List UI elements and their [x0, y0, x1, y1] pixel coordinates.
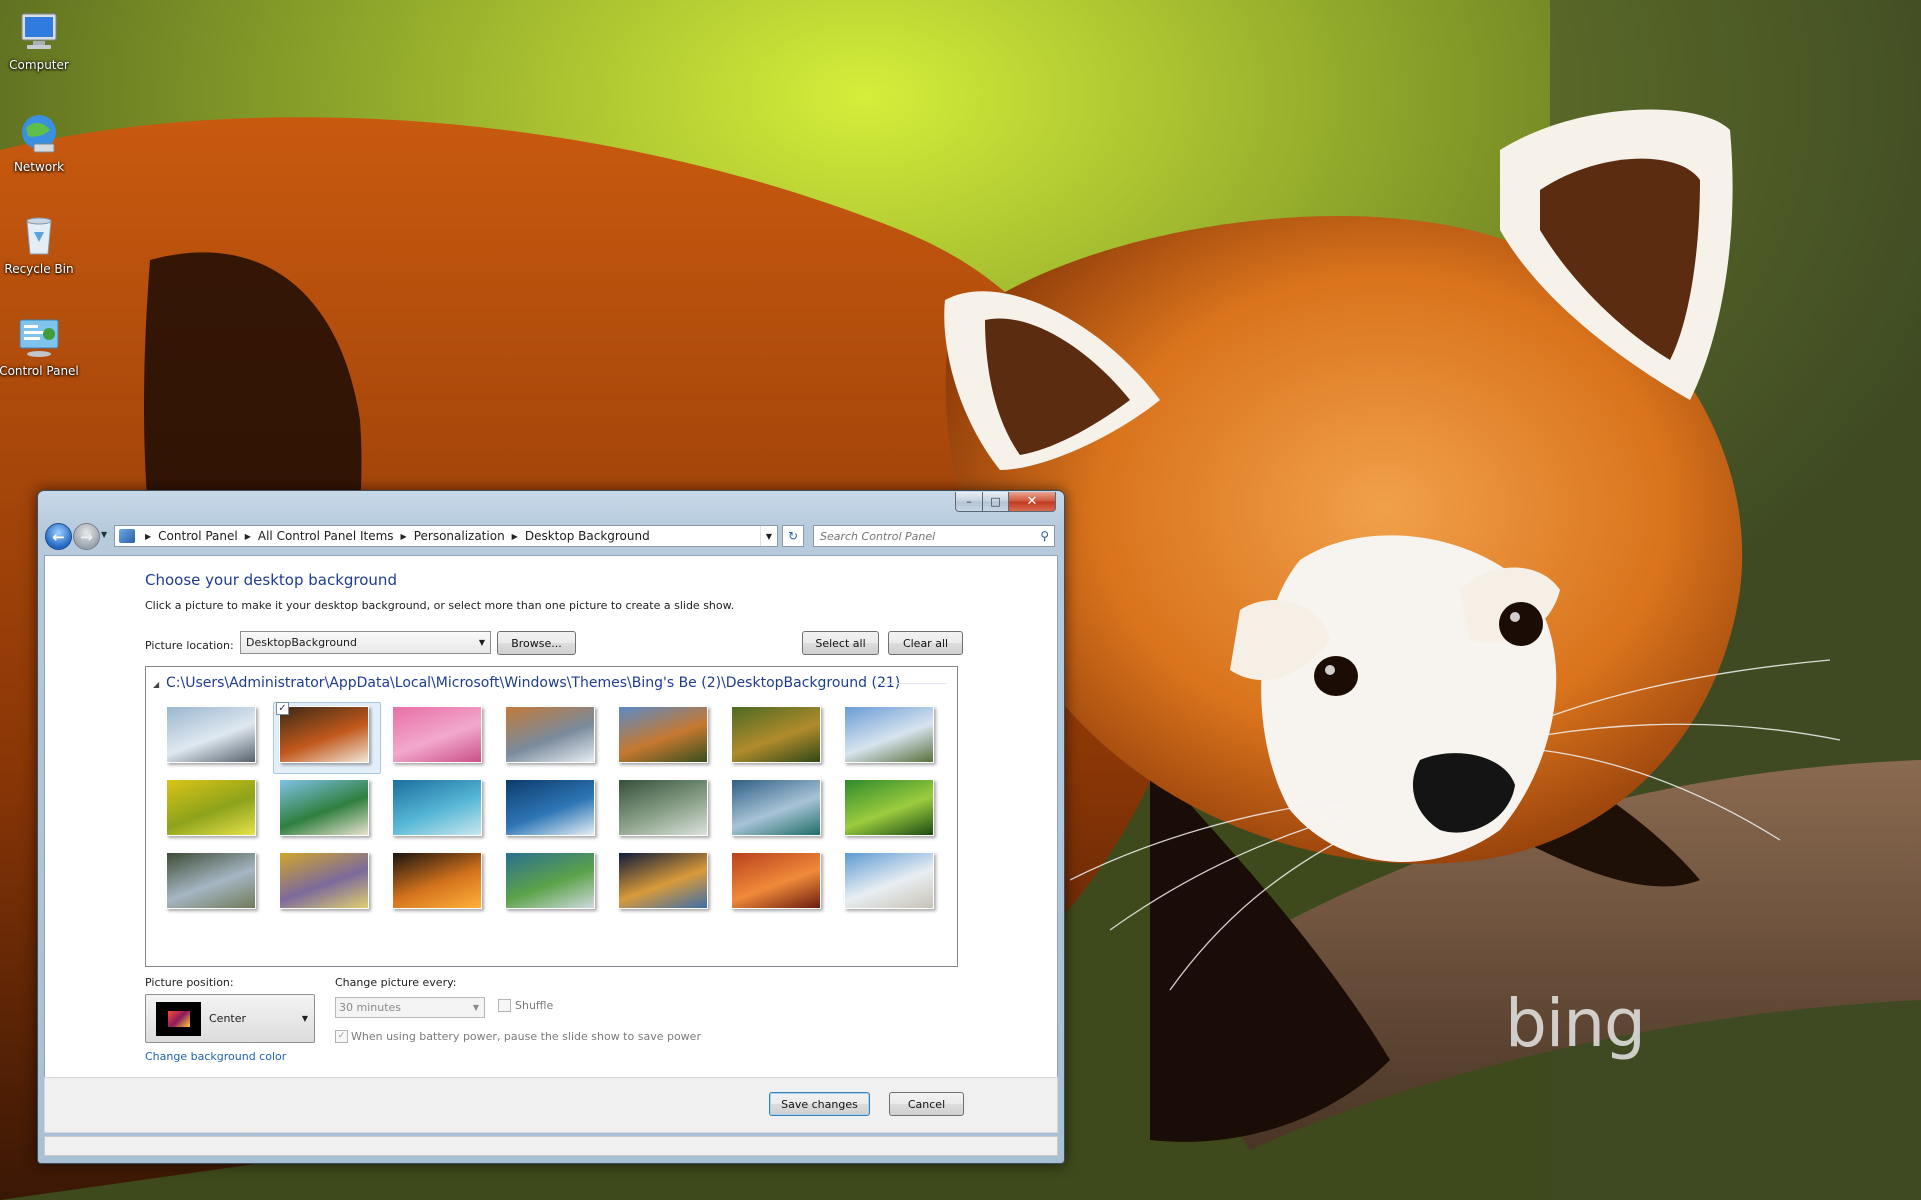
chevron-right-icon[interactable]: ▶: [512, 532, 518, 541]
wallpaper-thumbnail[interactable]: [505, 852, 595, 909]
back-button[interactable]: ←: [45, 523, 72, 550]
wallpaper-thumbnail[interactable]: [279, 706, 369, 763]
thumbnail-checkbox[interactable]: ✓: [276, 702, 289, 715]
picture-position-value: Center: [209, 1012, 247, 1025]
wallpaper-thumbnail[interactable]: [731, 779, 821, 836]
wallpaper-thumbnail[interactable]: [844, 779, 934, 836]
wallpaper-thumbnail[interactable]: [505, 779, 595, 836]
wallpaper-thumbnail[interactable]: [392, 779, 482, 836]
save-changes-button[interactable]: Save changes: [769, 1092, 870, 1116]
change-picture-interval-value: 30 minutes: [339, 1001, 402, 1014]
chevron-down-icon: ▼: [301, 1014, 308, 1023]
breadcrumb-all-control-panel-items[interactable]: All Control Panel Items: [258, 529, 394, 543]
wallpaper-thumbnail[interactable]: [279, 852, 369, 909]
network-icon: [16, 110, 62, 156]
clear-all-button[interactable]: Clear all: [888, 631, 963, 655]
status-bar: [44, 1136, 1058, 1156]
change-background-color-link[interactable]: Change background color: [145, 1050, 286, 1063]
desktop-icon-control-panel[interactable]: Control Panel: [0, 314, 79, 378]
wallpaper-thumbnail[interactable]: [731, 852, 821, 909]
computer-icon: [16, 8, 62, 54]
desktop-icon-label: Control Panel: [0, 364, 79, 378]
gallery-group-header[interactable]: C:\Users\Administrator\AppData\Local\Mic…: [166, 675, 900, 691]
wallpaper-thumbnail[interactable]: [166, 706, 256, 763]
desktop-icon-label: Recycle Bin: [4, 262, 74, 276]
wallpaper-thumbnail[interactable]: [166, 852, 256, 909]
recycle-bin-icon: [16, 212, 62, 258]
page-title: Choose your desktop background: [145, 571, 397, 589]
desktop-icon-recycle-bin[interactable]: Recycle Bin: [0, 212, 79, 276]
address-bar[interactable]: ▶ Control Panel ▶ All Control Panel Item…: [114, 525, 778, 547]
maximize-button[interactable]: □: [983, 492, 1009, 512]
caption-buttons: – □ ✕: [955, 492, 1056, 512]
picture-location-select[interactable]: DesktopBackground ▼: [240, 631, 491, 654]
picture-gallery: ◢ C:\Users\Administrator\AppData\Local\M…: [145, 666, 958, 967]
breadcrumb-desktop-background[interactable]: Desktop Background: [525, 529, 650, 543]
divider: [876, 683, 946, 684]
wallpaper-thumbnail[interactable]: [844, 852, 934, 909]
wallpaper-thumbnail[interactable]: [279, 779, 369, 836]
chevron-down-icon: ▼: [478, 638, 485, 647]
picture-location-value: DesktopBackground: [246, 636, 357, 649]
arrow-right-icon: →: [80, 527, 93, 546]
desktop-icon-network[interactable]: Network: [0, 110, 79, 174]
forward-button[interactable]: →: [73, 523, 100, 550]
wallpaper-thumbnail[interactable]: [166, 779, 256, 836]
control-panel-icon: [119, 529, 135, 543]
refresh-icon: ↻: [787, 529, 799, 543]
control-panel-icon: [16, 314, 62, 360]
change-picture-interval-select[interactable]: 30 minutes ▼: [335, 997, 485, 1018]
minimize-button[interactable]: –: [955, 492, 983, 512]
page-description: Click a picture to make it your desktop …: [145, 599, 735, 612]
desktop-background-window: – □ ✕ ← → ▼ ▶ Control Panel ▶ All Contro…: [37, 490, 1065, 1164]
close-button[interactable]: ✕: [1009, 492, 1056, 512]
browse-button[interactable]: Browse...: [497, 631, 576, 655]
desktop-icon-label: Network: [13, 160, 65, 174]
wallpaper-thumbnail[interactable]: [844, 706, 934, 763]
chevron-right-icon[interactable]: ▶: [401, 532, 407, 541]
search-input[interactable]: [814, 528, 1032, 544]
address-dropdown-icon[interactable]: ▼: [760, 526, 777, 546]
wallpaper-thumbnail[interactable]: [618, 852, 708, 909]
chevron-right-icon[interactable]: ▶: [245, 532, 251, 541]
wallpaper-thumbnail[interactable]: [618, 779, 708, 836]
picture-position-label: Picture position:: [145, 976, 234, 989]
shuffle-label: Shuffle: [515, 999, 554, 1012]
shuffle-checkbox[interactable]: [498, 999, 511, 1012]
arrow-left-icon: ←: [52, 527, 65, 546]
picture-position-select[interactable]: Center ▼: [145, 994, 315, 1043]
wallpaper-thumbnail[interactable]: [392, 706, 482, 763]
content-pane: Choose your desktop background Click a p…: [44, 555, 1058, 1078]
wallpaper-thumbnail[interactable]: [618, 706, 708, 763]
bing-logo: bing: [1505, 985, 1646, 1062]
battery-label: When using battery power, pause the slid…: [351, 1030, 701, 1043]
search-box: ⚲: [813, 525, 1055, 547]
change-picture-label: Change picture every:: [335, 976, 457, 989]
wallpaper-thumbnail[interactable]: [505, 706, 595, 763]
chevron-right-icon[interactable]: ▶: [145, 532, 151, 541]
select-all-button[interactable]: Select all: [802, 631, 879, 655]
picture-location-label: Picture location:: [145, 639, 234, 652]
collapse-group-icon[interactable]: ◢: [153, 680, 159, 689]
breadcrumb-personalization[interactable]: Personalization: [414, 529, 505, 543]
chevron-down-icon: ▼: [472, 1003, 479, 1012]
desktop-icon-computer[interactable]: Computer: [0, 8, 79, 72]
search-icon[interactable]: ⚲: [1040, 529, 1049, 543]
breadcrumb-control-panel[interactable]: Control Panel: [158, 529, 238, 543]
refresh-button[interactable]: ↻: [782, 525, 804, 547]
battery-checkbox[interactable]: ✓: [335, 1030, 348, 1043]
desktop-icon-label: Computer: [9, 58, 69, 72]
wallpaper-thumbnail[interactable]: [392, 852, 482, 909]
position-preview-image: [156, 1001, 201, 1036]
recent-pages-dropdown[interactable]: ▼: [101, 530, 107, 539]
wallpaper-thumbnail[interactable]: [731, 706, 821, 763]
dialog-footer: Save changes Cancel: [44, 1077, 1058, 1133]
cancel-button[interactable]: Cancel: [889, 1092, 964, 1116]
